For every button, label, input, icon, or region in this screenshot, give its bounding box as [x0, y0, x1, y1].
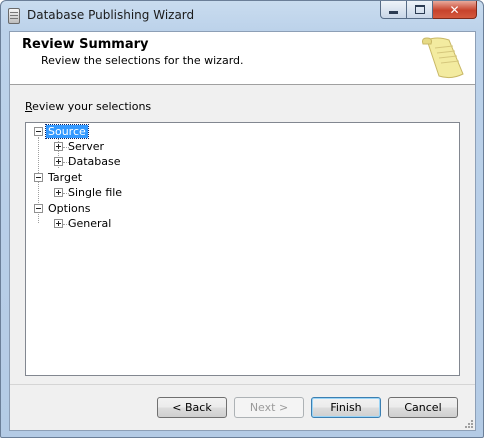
tree-node-label: Target — [48, 171, 83, 184]
cancel-button[interactable]: Cancel — [388, 397, 458, 418]
app-icon — [8, 8, 20, 24]
window-title: Database Publishing Wizard — [27, 8, 195, 22]
tree-node-single-file[interactable]: Single file — [54, 185, 124, 200]
tree-node-target[interactable]: Target — [34, 170, 84, 185]
tree-node-label: Options — [48, 202, 91, 215]
page-subtitle: Review the selections for the wizard. — [41, 54, 244, 67]
review-selections-label: Review your selections — [25, 100, 151, 113]
expand-icon[interactable] — [54, 157, 63, 166]
tree-node-general[interactable]: General — [54, 216, 113, 231]
next-button[interactable]: Next > — [234, 397, 304, 418]
wizard-body: Review Summary Review the selections for… — [9, 31, 476, 431]
minimize-icon — [389, 11, 398, 14]
tree-node-label: Database — [68, 155, 121, 168]
expand-icon[interactable] — [54, 219, 63, 228]
tree-node-options[interactable]: Options — [34, 201, 92, 216]
minimize-button[interactable] — [380, 1, 407, 19]
maximize-button[interactable] — [407, 1, 433, 19]
close-button[interactable]: ✕ — [433, 1, 477, 19]
close-icon: ✕ — [449, 2, 460, 17]
page-title: Review Summary — [22, 37, 149, 52]
tree-node-label: Source — [45, 124, 89, 139]
tree-node-database[interactable]: Database — [54, 154, 123, 169]
tree-node-label: Server — [68, 140, 105, 153]
title-bar[interactable]: Database Publishing Wizard ✕ — [1, 1, 483, 31]
scroll-icon — [422, 37, 464, 79]
resize-grip-icon[interactable] — [463, 418, 473, 428]
page-header: Review Summary Review the selections for… — [10, 32, 475, 85]
tree-node-label: Single file — [68, 186, 123, 199]
expand-icon[interactable] — [54, 188, 63, 197]
tree-node-label: General — [68, 217, 112, 230]
tree-node-source[interactable]: Source — [34, 124, 89, 139]
review-label-text: eview your selections — [32, 100, 152, 113]
footer-divider — [10, 384, 475, 385]
expand-icon[interactable] — [54, 142, 63, 151]
back-button[interactable]: < Back — [157, 397, 227, 418]
maximize-icon — [414, 5, 425, 14]
finish-button[interactable]: Finish — [311, 397, 381, 418]
wizard-window: Database Publishing Wizard ✕ Review Summ… — [0, 0, 484, 438]
summary-tree[interactable]: Source Server Database Target Single fil… — [25, 122, 460, 376]
collapse-icon[interactable] — [34, 127, 43, 136]
collapse-icon[interactable] — [34, 204, 43, 213]
tree-node-server[interactable]: Server — [54, 139, 106, 154]
collapse-icon[interactable] — [34, 173, 43, 182]
caption-buttons: ✕ — [380, 1, 477, 20]
